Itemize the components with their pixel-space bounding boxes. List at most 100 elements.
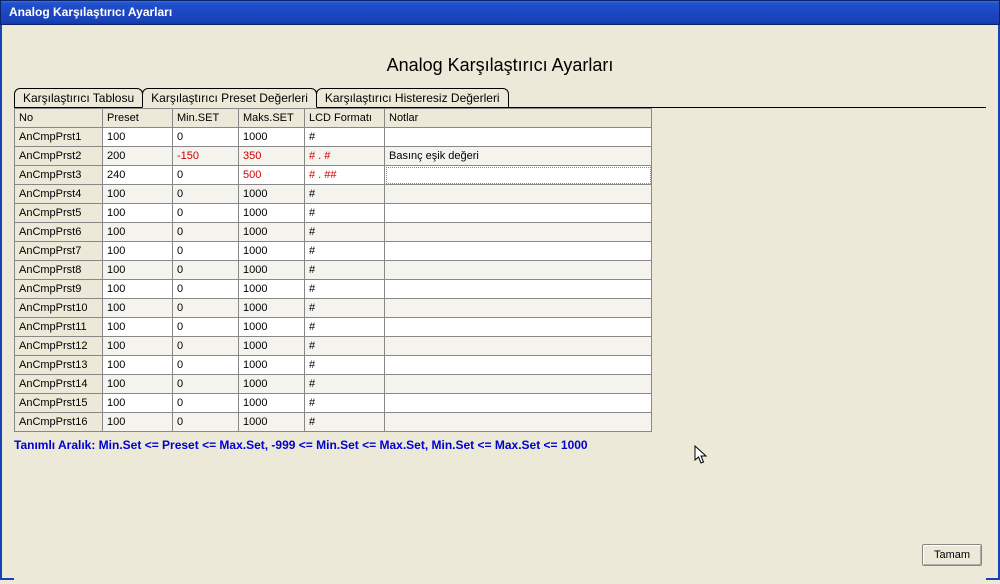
cell-notes[interactable] [385, 261, 652, 280]
cell-max[interactable]: 1000 [239, 413, 305, 432]
col-lcd[interactable]: LCD Formatı [305, 109, 385, 128]
cell-lcd[interactable]: # [305, 394, 385, 413]
cell-notes[interactable] [385, 375, 652, 394]
cell-min[interactable]: 0 [173, 204, 239, 223]
cell-no: AnCmpPrst5 [15, 204, 103, 223]
cell-preset[interactable]: 100 [103, 242, 173, 261]
cell-notes[interactable] [385, 242, 652, 261]
col-no[interactable]: No [15, 109, 103, 128]
cell-notes[interactable] [385, 280, 652, 299]
cell-min[interactable]: 0 [173, 375, 239, 394]
cell-notes[interactable]: Basınç eşik değeri [385, 147, 652, 166]
cell-min[interactable]: 0 [173, 413, 239, 432]
cell-lcd[interactable]: # [305, 356, 385, 375]
cell-notes[interactable] [385, 204, 652, 223]
cell-max[interactable]: 500 [239, 166, 305, 185]
cell-min[interactable]: 0 [173, 337, 239, 356]
cell-min[interactable]: 0 [173, 223, 239, 242]
cell-max[interactable]: 1000 [239, 128, 305, 147]
cell-min[interactable]: 0 [173, 185, 239, 204]
cell-lcd[interactable]: # . ## [305, 166, 385, 185]
cell-notes[interactable] [385, 223, 652, 242]
cell-no: AnCmpPrst9 [15, 280, 103, 299]
col-maxset[interactable]: Maks.SET [239, 109, 305, 128]
cell-preset[interactable]: 100 [103, 318, 173, 337]
cell-max[interactable]: 350 [239, 147, 305, 166]
cell-no: AnCmpPrst11 [15, 318, 103, 337]
cell-max[interactable]: 1000 [239, 280, 305, 299]
cell-min[interactable]: 0 [173, 394, 239, 413]
cell-preset[interactable]: 100 [103, 413, 173, 432]
tab-hysteresis-values[interactable]: Karşılaştırıcı Histeresiz Değerleri [316, 88, 509, 107]
cell-preset[interactable]: 240 [103, 166, 173, 185]
cell-no: AnCmpPrst6 [15, 223, 103, 242]
cell-notes[interactable] [385, 337, 652, 356]
cell-lcd[interactable]: # [305, 337, 385, 356]
cell-lcd[interactable]: # [305, 128, 385, 147]
cell-lcd[interactable]: # [305, 204, 385, 223]
cell-preset[interactable]: 100 [103, 375, 173, 394]
cell-preset[interactable]: 100 [103, 128, 173, 147]
cell-lcd[interactable]: # [305, 223, 385, 242]
cell-notes[interactable] [385, 128, 652, 147]
cell-lcd[interactable]: # [305, 413, 385, 432]
cell-min[interactable]: -150 [173, 147, 239, 166]
tab-comparator-table[interactable]: Karşılaştırıcı Tablosu [14, 88, 143, 107]
cell-preset[interactable]: 100 [103, 356, 173, 375]
cell-notes[interactable] [385, 394, 652, 413]
tab-preset-values[interactable]: Karşılaştırıcı Preset Değerleri [142, 88, 317, 108]
cell-min[interactable]: 0 [173, 166, 239, 185]
cell-notes[interactable] [385, 185, 652, 204]
cell-max[interactable]: 1000 [239, 337, 305, 356]
cell-min[interactable]: 0 [173, 299, 239, 318]
cell-min[interactable]: 0 [173, 128, 239, 147]
cell-preset[interactable]: 100 [103, 337, 173, 356]
cell-max[interactable]: 1000 [239, 375, 305, 394]
cell-max[interactable]: 1000 [239, 394, 305, 413]
cell-notes[interactable] [385, 356, 652, 375]
cell-preset[interactable]: 200 [103, 147, 173, 166]
cell-min[interactable]: 0 [173, 261, 239, 280]
col-preset[interactable]: Preset [103, 109, 173, 128]
cell-max[interactable]: 1000 [239, 242, 305, 261]
cell-notes[interactable] [385, 166, 652, 185]
cell-max[interactable]: 1000 [239, 318, 305, 337]
table-row: AnCmpPrst610001000# [15, 223, 652, 242]
cell-notes[interactable] [385, 318, 652, 337]
cell-no: AnCmpPrst3 [15, 166, 103, 185]
cell-lcd[interactable]: # [305, 261, 385, 280]
cell-notes[interactable] [385, 413, 652, 432]
cell-notes[interactable] [385, 299, 652, 318]
cell-max[interactable]: 1000 [239, 299, 305, 318]
table-row: AnCmpPrst710001000# [15, 242, 652, 261]
ok-button[interactable]: Tamam [922, 544, 982, 566]
col-notes[interactable]: Notlar [385, 109, 652, 128]
cell-preset[interactable]: 100 [103, 261, 173, 280]
cell-no: AnCmpPrst15 [15, 394, 103, 413]
cell-lcd[interactable]: # [305, 299, 385, 318]
cell-max[interactable]: 1000 [239, 223, 305, 242]
cell-preset[interactable]: 100 [103, 394, 173, 413]
cell-lcd[interactable]: # [305, 375, 385, 394]
cell-preset[interactable]: 100 [103, 299, 173, 318]
cell-max[interactable]: 1000 [239, 185, 305, 204]
cell-max[interactable]: 1000 [239, 204, 305, 223]
cell-max[interactable]: 1000 [239, 356, 305, 375]
cell-min[interactable]: 0 [173, 356, 239, 375]
cell-lcd[interactable]: # [305, 280, 385, 299]
table-row: AnCmpPrst1210001000# [15, 337, 652, 356]
cell-preset[interactable]: 100 [103, 185, 173, 204]
cell-min[interactable]: 0 [173, 318, 239, 337]
cell-preset[interactable]: 100 [103, 204, 173, 223]
cell-max[interactable]: 1000 [239, 261, 305, 280]
cell-lcd[interactable]: # [305, 318, 385, 337]
cell-preset[interactable]: 100 [103, 223, 173, 242]
cell-lcd[interactable]: # [305, 242, 385, 261]
cell-preset[interactable]: 100 [103, 280, 173, 299]
cell-min[interactable]: 0 [173, 242, 239, 261]
cell-lcd[interactable]: # . # [305, 147, 385, 166]
cell-min[interactable]: 0 [173, 280, 239, 299]
cell-no: AnCmpPrst4 [15, 185, 103, 204]
col-minset[interactable]: Min.SET [173, 109, 239, 128]
cell-lcd[interactable]: # [305, 185, 385, 204]
